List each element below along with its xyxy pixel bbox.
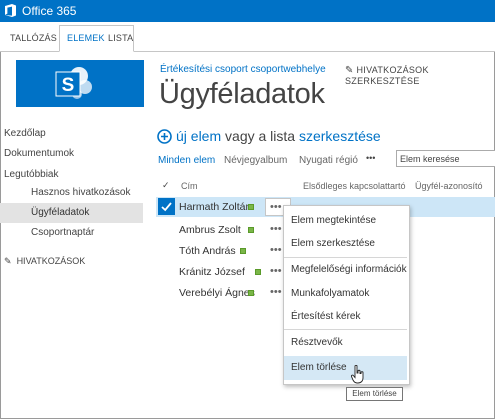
column-title[interactable]: Cím xyxy=(181,181,198,191)
tab-items[interactable]: ELEMEK xyxy=(67,32,105,44)
row-menu-dots: ••• xyxy=(270,201,282,213)
new-item-badge-icon xyxy=(255,269,261,275)
menu-item-edit[interactable]: Elem szerkesztése xyxy=(291,238,375,249)
nav-item-useful-links[interactable]: Hasznos hivatkozások xyxy=(31,187,131,198)
menu-item-delete[interactable]: Elem törlése xyxy=(291,362,347,373)
check-icon xyxy=(161,202,172,212)
svg-text:S: S xyxy=(62,75,75,96)
nav-edit-links[interactable]: ✎ HIVATKOZÁSOK xyxy=(4,256,85,267)
new-item-badge-icon xyxy=(240,248,246,254)
new-item-link[interactable]: új elem xyxy=(176,128,221,144)
menu-item-view[interactable]: Elem megtekintése xyxy=(291,215,376,226)
row-menu-button[interactable]: ••• xyxy=(270,244,282,256)
row-title[interactable]: Ambrus Zsolt xyxy=(179,224,241,236)
row-title[interactable]: Harmath Zoltán xyxy=(179,201,251,213)
nav-edit-links-label: HIVATKOZÁSOK xyxy=(16,256,86,266)
menu-separator xyxy=(284,329,407,330)
menu-item-workflows[interactable]: Munkafolyamatok xyxy=(291,288,369,299)
nav-item-customer-data[interactable]: Ügyféladatok xyxy=(31,207,89,218)
row-title[interactable]: Kránitz József xyxy=(179,266,245,278)
menu-item-participants[interactable]: Résztvevők xyxy=(291,337,343,348)
edit-links-top[interactable]: ✎ HIVATKOZÁSOK SZERKESZTÉSE xyxy=(345,65,495,86)
pencil-icon: ✎ xyxy=(345,65,354,76)
nav-item-team-calendar[interactable]: Csoportnaptár xyxy=(31,227,94,238)
search-placeholder: Elem keresése xyxy=(400,154,460,164)
select-all-check-icon[interactable]: ✓ xyxy=(162,180,170,191)
sharepoint-logo-icon: S xyxy=(55,67,92,99)
new-item-middle-text: vagy a lista xyxy=(225,128,296,144)
edit-list-link[interactable]: szerkesztése xyxy=(299,128,381,144)
hand-cursor-icon xyxy=(351,365,364,384)
nav-item-home[interactable]: Kezdőlap xyxy=(4,128,46,139)
row-title[interactable]: Tóth András xyxy=(179,245,236,257)
new-item-line: új elem vagy a lista szerkesztése xyxy=(176,128,381,144)
add-circle-icon[interactable] xyxy=(157,129,172,144)
menu-item-alert-me[interactable]: Értesítést kérek xyxy=(291,311,360,322)
nav-item-recent[interactable]: Legutóbbiak xyxy=(4,169,59,180)
view-west-region[interactable]: Nyugati régió xyxy=(299,155,358,166)
row-checkbox-checked[interactable] xyxy=(158,198,175,215)
column-customer-id[interactable]: Ügyfél-azonosító xyxy=(415,181,483,191)
new-item-badge-icon xyxy=(248,227,254,233)
office-logo-icon[interactable] xyxy=(5,4,16,17)
row-menu-button[interactable]: ••• xyxy=(270,265,282,277)
row-menu-button[interactable]: ••• xyxy=(270,286,282,298)
suite-title[interactable]: Office 365 xyxy=(22,4,76,18)
row-title[interactable]: Verebélyi Ágnes xyxy=(179,287,255,299)
row-menu-button[interactable]: ••• xyxy=(270,223,282,235)
tooltip: Elem törlése xyxy=(346,387,403,401)
menu-item-compliance[interactable]: Megfelelőségi információk xyxy=(291,264,407,275)
view-all-items[interactable]: Minden elem xyxy=(158,155,215,166)
new-item-badge-icon xyxy=(248,204,254,210)
page-title: Ügyféladatok xyxy=(159,78,325,110)
pencil-icon: ✎ xyxy=(4,256,12,266)
nav-item-documents[interactable]: Dokumentumok xyxy=(4,148,74,159)
tab-list[interactable]: LISTA xyxy=(108,32,133,44)
menu-separator xyxy=(284,257,407,258)
column-primary-contact[interactable]: Elsődleges kapcsolattartó xyxy=(303,181,406,191)
view-contact-album[interactable]: Névjegyalbum xyxy=(224,155,287,166)
edit-links-top-label: HIVATKOZÁSOK SZERKESZTÉSE xyxy=(345,65,429,86)
tab-browse[interactable]: TALLÓZÁS xyxy=(10,32,57,44)
views-more-button[interactable]: ••• xyxy=(366,153,375,163)
new-item-badge-icon xyxy=(248,290,254,296)
site-logo[interactable]: S xyxy=(16,60,144,107)
site-breadcrumb-link[interactable]: Értékesítési csoport csoportwebhelye xyxy=(160,64,326,75)
